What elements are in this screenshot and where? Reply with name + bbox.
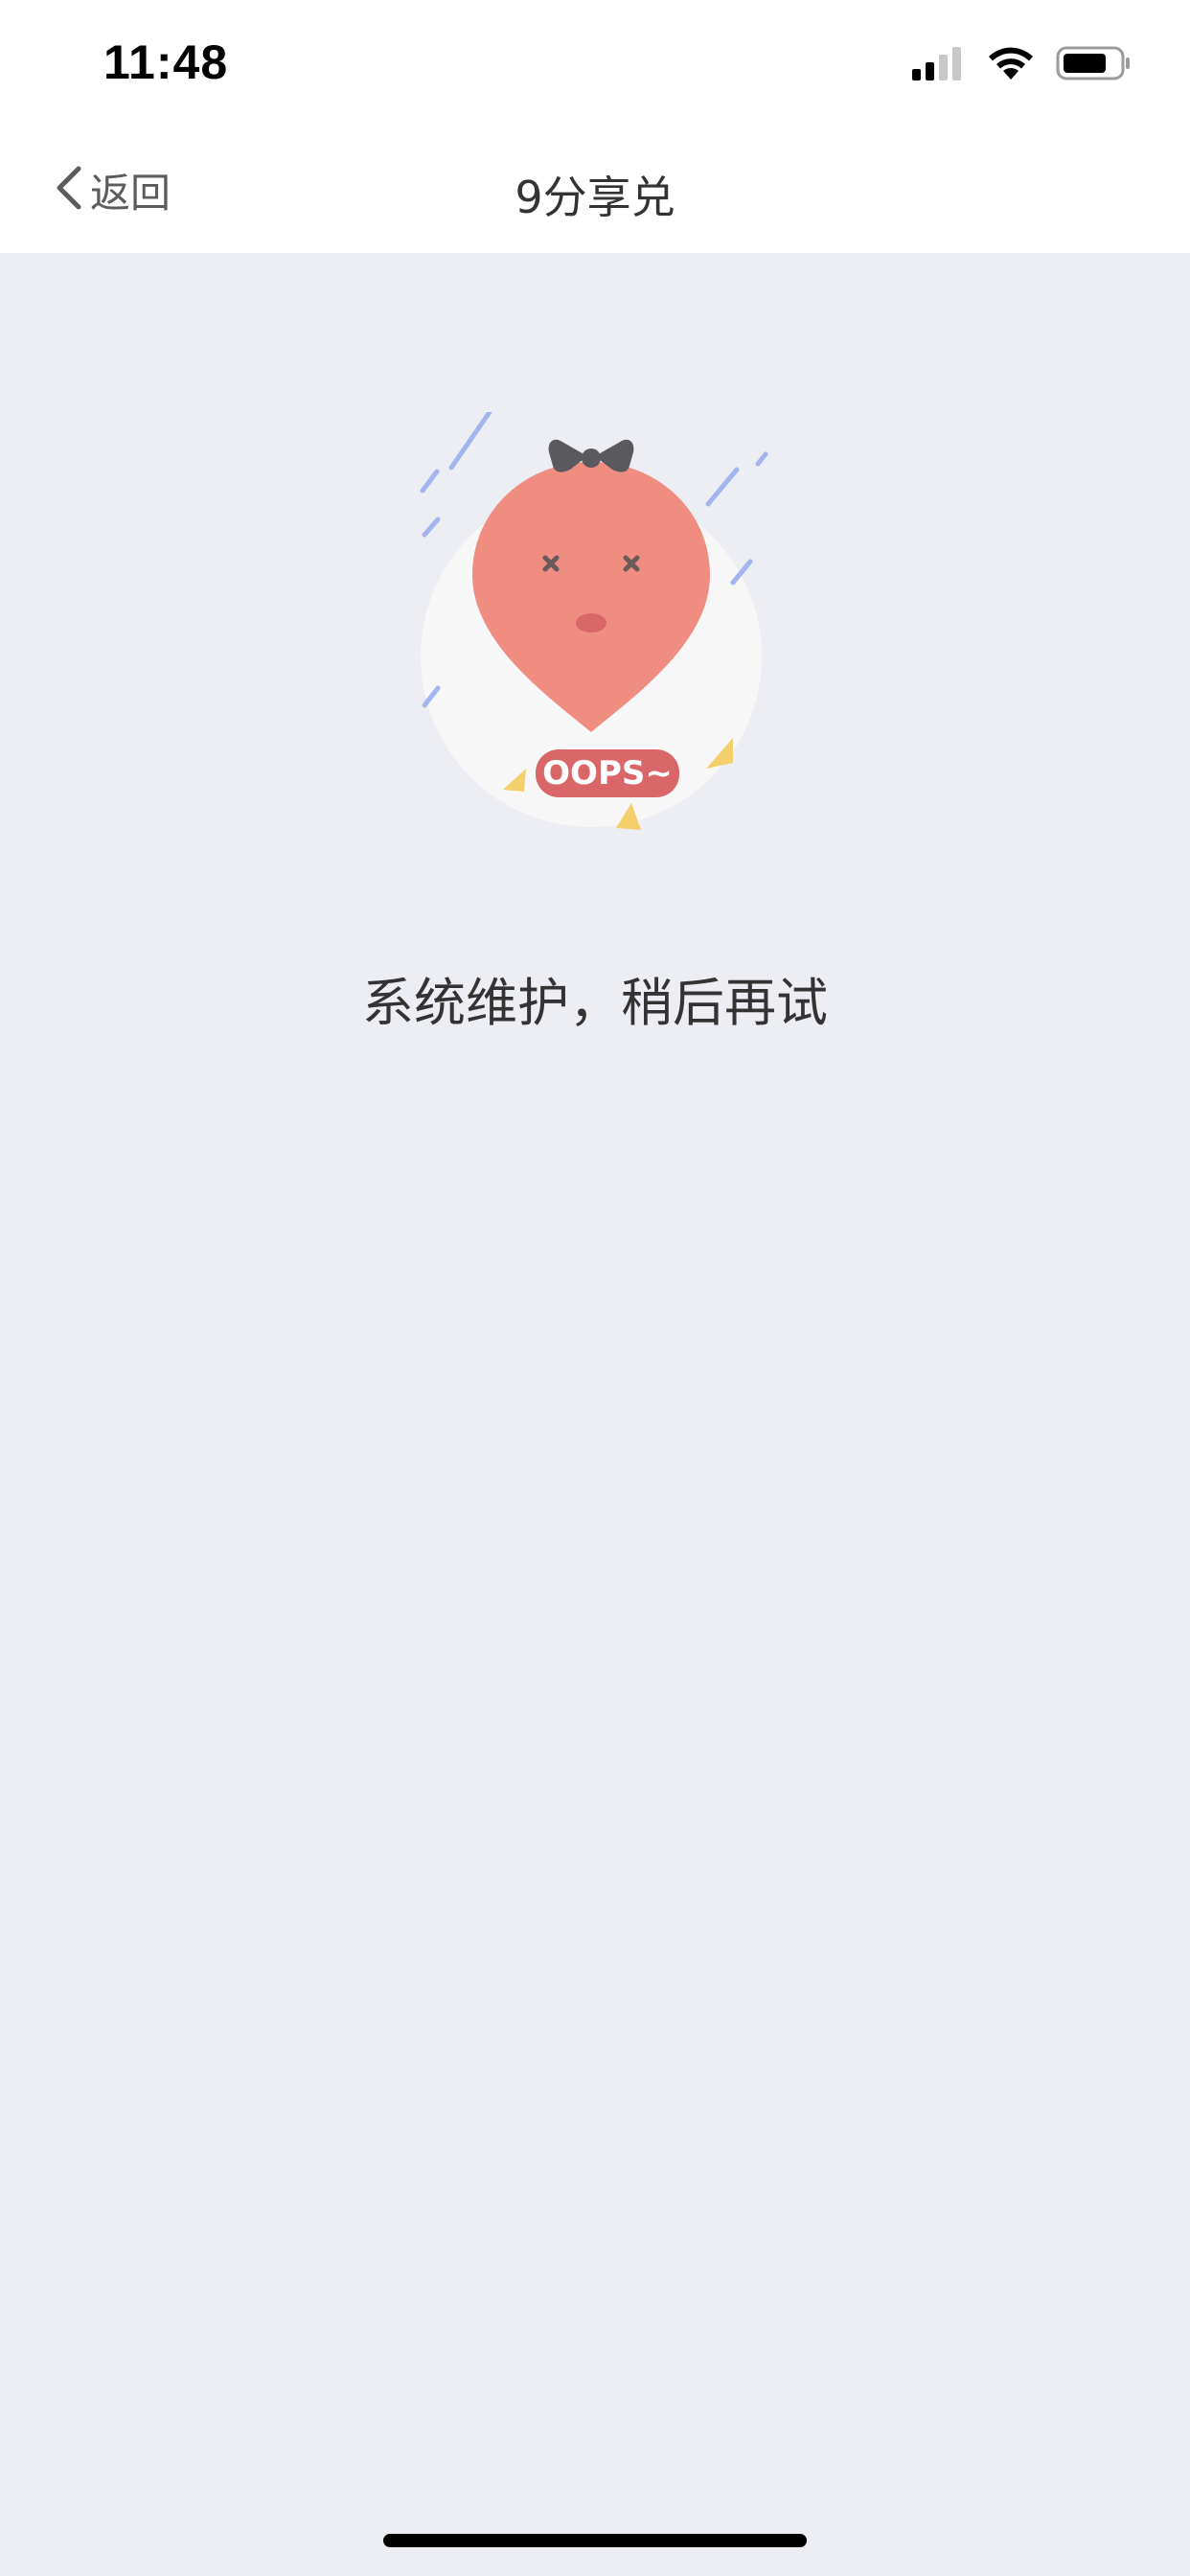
balloon-mouth bbox=[576, 613, 606, 632]
sad-balloon-illustration: OOPS~ bbox=[403, 409, 787, 853]
home-indicator[interactable] bbox=[383, 2534, 807, 2547]
status-time: 11:48 bbox=[103, 35, 229, 89]
wifi-icon bbox=[987, 45, 1035, 85]
battery-icon bbox=[1056, 44, 1133, 86]
signal-icon bbox=[912, 46, 966, 84]
oops-text: OOPS~ bbox=[542, 754, 673, 793]
bow-icon bbox=[548, 439, 634, 472]
error-message: 系统维护，稍后再试 bbox=[362, 973, 828, 1033]
status-bar: 11:48 bbox=[0, 0, 1190, 126]
nav-bar: 返回 9分享兑 bbox=[0, 126, 1190, 253]
oops-badge: OOPS~ bbox=[536, 749, 679, 797]
page-title: 9分享兑 bbox=[515, 172, 675, 223]
status-icons bbox=[912, 44, 1133, 86]
